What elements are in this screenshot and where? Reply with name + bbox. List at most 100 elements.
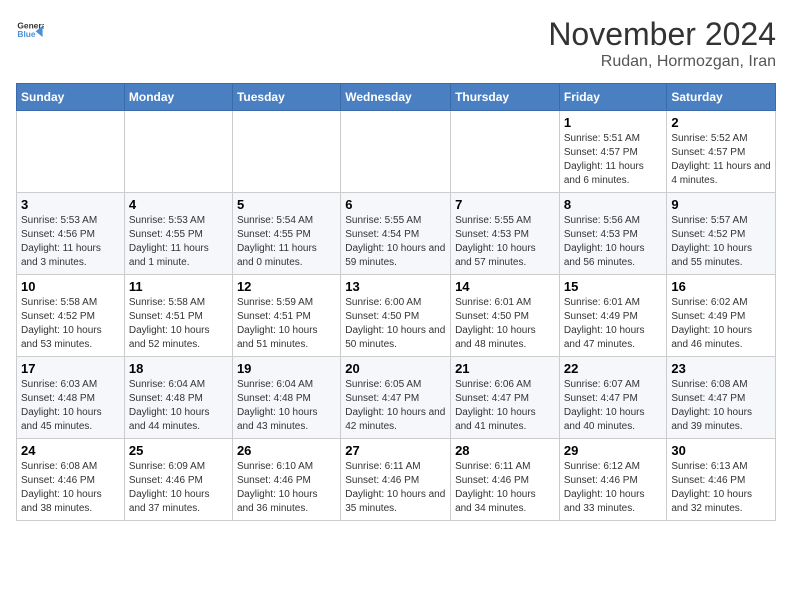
day-info: Sunrise: 6:05 AM Sunset: 4:47 PM Dayligh… xyxy=(345,378,446,434)
calendar-cell xyxy=(341,111,451,193)
calendar-cell xyxy=(17,111,125,193)
day-number: 23 xyxy=(671,361,771,376)
day-info: Sunrise: 6:06 AM Sunset: 4:47 PM Dayligh… xyxy=(455,378,555,434)
weekday-header-tuesday: Tuesday xyxy=(232,84,340,111)
day-number: 9 xyxy=(671,197,771,212)
month-title: November 2024 xyxy=(548,16,776,53)
day-info: Sunrise: 5:53 AM Sunset: 4:56 PM Dayligh… xyxy=(21,214,120,270)
title-block: November 2024 Rudan, Hormozgan, Iran xyxy=(548,16,776,71)
day-number: 20 xyxy=(345,361,446,376)
day-number: 27 xyxy=(345,443,446,458)
day-info: Sunrise: 6:03 AM Sunset: 4:48 PM Dayligh… xyxy=(21,378,120,434)
day-number: 2 xyxy=(671,115,771,130)
day-info: Sunrise: 6:10 AM Sunset: 4:46 PM Dayligh… xyxy=(237,460,336,516)
day-info: Sunrise: 6:08 AM Sunset: 4:46 PM Dayligh… xyxy=(21,460,120,516)
day-info: Sunrise: 5:54 AM Sunset: 4:55 PM Dayligh… xyxy=(237,214,336,270)
day-info: Sunrise: 6:09 AM Sunset: 4:46 PM Dayligh… xyxy=(129,460,228,516)
day-number: 21 xyxy=(455,361,555,376)
day-number: 18 xyxy=(129,361,228,376)
weekday-header-thursday: Thursday xyxy=(451,84,560,111)
day-info: Sunrise: 5:58 AM Sunset: 4:52 PM Dayligh… xyxy=(21,296,120,352)
weekday-header-wednesday: Wednesday xyxy=(341,84,451,111)
day-number: 1 xyxy=(564,115,663,130)
day-number: 12 xyxy=(237,279,336,294)
calendar-cell: 29Sunrise: 6:12 AM Sunset: 4:46 PM Dayli… xyxy=(559,439,667,521)
calendar-cell: 23 Sunrise: 6:08 AM Sunset: 4:47 PM Dayli… xyxy=(667,357,776,439)
calendar-cell: 25 Sunrise: 6:09 AM Sunset: 4:46 PM Dayli… xyxy=(124,439,232,521)
weekday-header-monday: Monday xyxy=(124,84,232,111)
day-number: 8 xyxy=(564,197,663,212)
day-info: Sunrise: 6:01 AM Sunset: 4:50 PM Dayligh… xyxy=(455,296,555,352)
day-number: 3 xyxy=(21,197,120,212)
calendar-cell: 4Sunrise: 5:53 AM Sunset: 4:55 PM Daylig… xyxy=(124,193,232,275)
day-info: Sunrise: 6:13 AM Sunset: 4:46 PM Dayligh… xyxy=(671,460,771,516)
calendar-week-2: 3 Sunrise: 5:53 AM Sunset: 4:56 PM Daylig… xyxy=(17,193,776,275)
day-number: 22 xyxy=(564,361,663,376)
logo: General Blue xyxy=(16,16,44,44)
day-number: 4 xyxy=(129,197,228,212)
day-info: Sunrise: 6:11 AM Sunset: 4:46 PM Dayligh… xyxy=(455,460,555,516)
day-info: Sunrise: 6:08 AM Sunset: 4:47 PM Dayligh… xyxy=(671,378,771,434)
calendar-cell xyxy=(124,111,232,193)
weekday-header-saturday: Saturday xyxy=(667,84,776,111)
calendar-cell: 3 Sunrise: 5:53 AM Sunset: 4:56 PM Daylig… xyxy=(17,193,125,275)
day-number: 28 xyxy=(455,443,555,458)
day-number: 13 xyxy=(345,279,446,294)
day-number: 26 xyxy=(237,443,336,458)
calendar-cell: 24 Sunrise: 6:08 AM Sunset: 4:46 PM Dayli… xyxy=(17,439,125,521)
calendar-cell: 26 Sunrise: 6:10 AM Sunset: 4:46 PM Dayli… xyxy=(232,439,340,521)
calendar-week-1: 1 Sunrise: 5:51 AM Sunset: 4:57 PM Daylig… xyxy=(17,111,776,193)
weekday-header-friday: Friday xyxy=(559,84,667,111)
calendar-cell: 8 Sunrise: 5:56 AM Sunset: 4:53 PM Daylig… xyxy=(559,193,667,275)
calendar-cell: 10 Sunrise: 5:58 AM Sunset: 4:52 PM Dayli… xyxy=(17,275,125,357)
day-number: 17 xyxy=(21,361,120,376)
day-info: Sunrise: 5:58 AM Sunset: 4:51 PM Dayligh… xyxy=(129,296,228,352)
calendar-cell: 9Sunrise: 5:57 AM Sunset: 4:52 PM Daylig… xyxy=(667,193,776,275)
calendar-cell: 5Sunrise: 5:54 AM Sunset: 4:55 PM Daylig… xyxy=(232,193,340,275)
day-number: 19 xyxy=(237,361,336,376)
day-number: 14 xyxy=(455,279,555,294)
location-title: Rudan, Hormozgan, Iran xyxy=(548,53,776,71)
day-info: Sunrise: 5:52 AM Sunset: 4:57 PM Dayligh… xyxy=(671,132,771,188)
calendar-table: SundayMondayTuesdayWednesdayThursdayFrid… xyxy=(16,83,776,521)
calendar-week-3: 10 Sunrise: 5:58 AM Sunset: 4:52 PM Dayli… xyxy=(17,275,776,357)
calendar-cell xyxy=(232,111,340,193)
calendar-cell: 27 Sunrise: 6:11 AM Sunset: 4:46 PM Dayli… xyxy=(341,439,451,521)
calendar-cell: 17 Sunrise: 6:03 AM Sunset: 4:48 PM Dayli… xyxy=(17,357,125,439)
day-number: 15 xyxy=(564,279,663,294)
calendar-cell: 20 Sunrise: 6:05 AM Sunset: 4:47 PM Dayli… xyxy=(341,357,451,439)
day-info: Sunrise: 6:07 AM Sunset: 4:47 PM Dayligh… xyxy=(564,378,663,434)
calendar-cell: 1 Sunrise: 5:51 AM Sunset: 4:57 PM Daylig… xyxy=(559,111,667,193)
svg-text:Blue: Blue xyxy=(17,29,35,39)
day-info: Sunrise: 5:56 AM Sunset: 4:53 PM Dayligh… xyxy=(564,214,663,270)
day-info: Sunrise: 5:55 AM Sunset: 4:54 PM Dayligh… xyxy=(345,214,446,270)
calendar-cell: 13Sunrise: 6:00 AM Sunset: 4:50 PM Dayli… xyxy=(341,275,451,357)
weekday-header-sunday: Sunday xyxy=(17,84,125,111)
calendar-cell: 19 Sunrise: 6:04 AM Sunset: 4:48 PM Dayli… xyxy=(232,357,340,439)
day-info: Sunrise: 6:12 AM Sunset: 4:46 PM Dayligh… xyxy=(564,460,663,516)
day-info: Sunrise: 6:02 AM Sunset: 4:49 PM Dayligh… xyxy=(671,296,771,352)
day-info: Sunrise: 6:11 AM Sunset: 4:46 PM Dayligh… xyxy=(345,460,446,516)
day-info: Sunrise: 6:04 AM Sunset: 4:48 PM Dayligh… xyxy=(129,378,228,434)
day-number: 25 xyxy=(129,443,228,458)
day-info: Sunrise: 5:55 AM Sunset: 4:53 PM Dayligh… xyxy=(455,214,555,270)
day-number: 6 xyxy=(345,197,446,212)
day-number: 30 xyxy=(671,443,771,458)
day-number: 10 xyxy=(21,279,120,294)
day-number: 16 xyxy=(671,279,771,294)
page-header: General Blue November 2024 Rudan, Hormoz… xyxy=(16,16,776,71)
day-number: 24 xyxy=(21,443,120,458)
calendar-week-4: 17 Sunrise: 6:03 AM Sunset: 4:48 PM Dayli… xyxy=(17,357,776,439)
day-info: Sunrise: 6:04 AM Sunset: 4:48 PM Dayligh… xyxy=(237,378,336,434)
day-info: Sunrise: 5:51 AM Sunset: 4:57 PM Dayligh… xyxy=(564,132,663,188)
calendar-cell: 30 Sunrise: 6:13 AM Sunset: 4:46 PM Dayli… xyxy=(667,439,776,521)
calendar-cell: 28 Sunrise: 6:11 AM Sunset: 4:46 PM Dayli… xyxy=(451,439,560,521)
calendar-cell: 16 Sunrise: 6:02 AM Sunset: 4:49 PM Dayli… xyxy=(667,275,776,357)
day-info: Sunrise: 5:59 AM Sunset: 4:51 PM Dayligh… xyxy=(237,296,336,352)
day-number: 11 xyxy=(129,279,228,294)
calendar-cell: 2 Sunrise: 5:52 AM Sunset: 4:57 PM Daylig… xyxy=(667,111,776,193)
calendar-cell: 21 Sunrise: 6:06 AM Sunset: 4:47 PM Dayli… xyxy=(451,357,560,439)
calendar-cell: 6 Sunrise: 5:55 AM Sunset: 4:54 PM Daylig… xyxy=(341,193,451,275)
calendar-cell: 12 Sunrise: 5:59 AM Sunset: 4:51 PM Dayli… xyxy=(232,275,340,357)
calendar-cell: 11 Sunrise: 5:58 AM Sunset: 4:51 PM Dayli… xyxy=(124,275,232,357)
